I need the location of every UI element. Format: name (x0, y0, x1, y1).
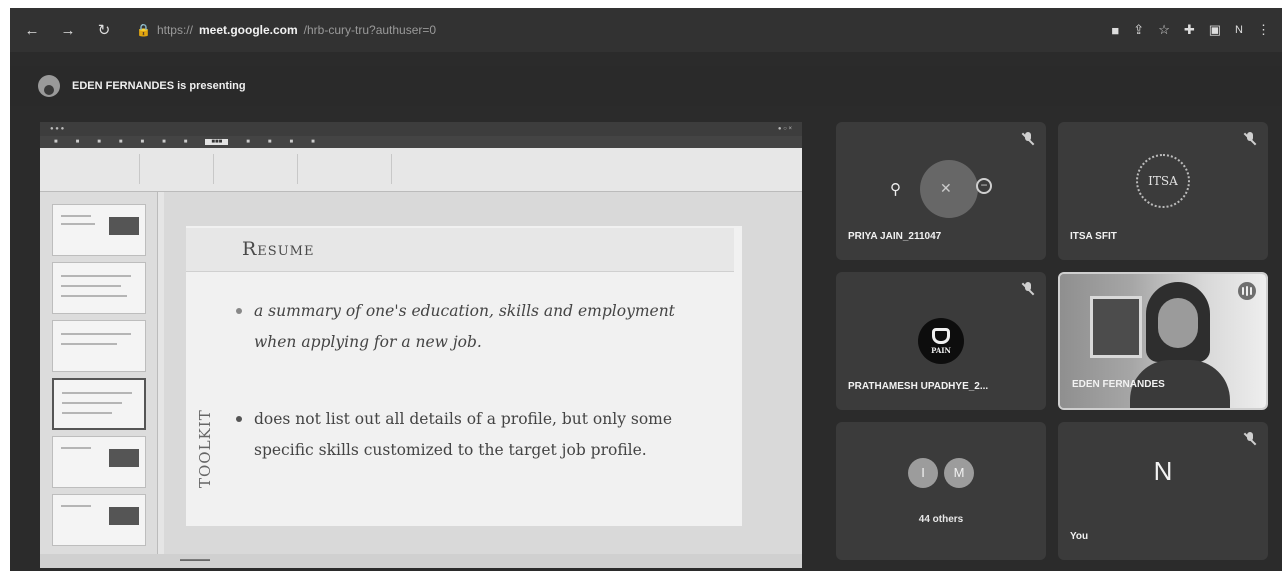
shared-screen: ● ● ● ● ○ × ■ ■ ■ ■ ■ ■ ■ ■■■ ■ ■ ■ ■ Resume a s (40, 122, 802, 568)
share-icon[interactable]: ⇪ (1133, 22, 1144, 38)
menu-icon[interactable]: ⋮ (1257, 22, 1270, 38)
url-domain: meet.google.com (198, 23, 298, 37)
browser-window: ← → ↻ 🔒 https:// meet.google.com/hrb-cury… (10, 8, 1282, 571)
remove-icon[interactable]: − (976, 178, 992, 194)
slide-title: Resume (242, 238, 315, 260)
camera-icon[interactable]: ■ (1111, 23, 1119, 38)
participant-name: PRATHAMESH UPADHYE_2... (848, 381, 989, 392)
bullet-text: does not list out all details of a profi… (254, 410, 673, 459)
slide-thumbnail[interactable] (52, 262, 146, 314)
pin-icon[interactable]: ⚲ (890, 180, 901, 198)
self-tile[interactable]: N You (1058, 422, 1268, 560)
url-prefix: https:// (156, 23, 193, 37)
sidepanel-icon[interactable]: ▣ (1209, 22, 1221, 38)
star-icon[interactable]: ☆ (1158, 22, 1170, 38)
participant-initial: I (908, 458, 938, 488)
others-count: 44 others (918, 514, 964, 525)
participant-tile[interactable]: PAIN PRATHAMESH UPADHYE_2... (836, 272, 1046, 410)
title-band: Resume (186, 228, 734, 272)
presenting-bar: EDEN FERNANDES is presenting (10, 66, 1282, 106)
ppt-titlebar: ● ● ● ● ○ × (40, 122, 802, 136)
mute-participant-icon[interactable]: ✕ (940, 180, 952, 197)
video-person-face (1158, 298, 1198, 348)
mic-off-icon (1243, 432, 1257, 446)
slide-thumbnail-selected[interactable] (52, 378, 146, 430)
address-bar[interactable]: 🔒 https:// meet.google.com/hrb-cury-tru?a… (136, 23, 436, 37)
reload-icon[interactable]: ↻ (94, 20, 114, 40)
slide-thumbnail[interactable] (52, 320, 146, 372)
participant-name: ITSA SFIT (1070, 231, 1117, 242)
slide-thumbnail[interactable] (52, 494, 146, 546)
slide-canvas: Resume a summary of one's education, ski… (186, 226, 742, 526)
participant-video-tile[interactable]: EDEN FERNANDES (1058, 272, 1268, 410)
bullet-dot (236, 416, 242, 422)
mic-off-icon (1243, 132, 1257, 146)
slide-thumbnails (40, 192, 158, 554)
presenter-avatar (38, 75, 60, 97)
toolbar-actions: ■ ⇪ ☆ ✚ ▣ N ⋮ (1111, 22, 1270, 38)
self-initial: N (1153, 456, 1173, 486)
bullet-item: does not list out all details of a profi… (236, 404, 714, 466)
lock-icon: 🔒 (136, 23, 151, 37)
thumbnail-scrollbar[interactable] (158, 192, 164, 554)
bullet-item: a summary of one's education, skills and… (236, 296, 714, 358)
forward-icon[interactable]: → (58, 20, 78, 40)
slide-thumbnail[interactable] (52, 436, 146, 488)
bullet-dot (236, 308, 242, 314)
speaking-indicator-icon (1238, 282, 1256, 300)
browser-toolbar: ← → ↻ 🔒 https:// meet.google.com/hrb-cury… (10, 8, 1282, 52)
ppt-menu: ■ ■ ■ ■ ■ ■ ■ ■■■ ■ ■ ■ ■ (40, 136, 802, 148)
participant-name: EDEN FERNANDES (1072, 379, 1165, 390)
bullet-text: a summary of one's education, skills and… (254, 302, 675, 351)
ppt-ribbon (40, 148, 802, 192)
participant-name: You (1070, 531, 1089, 542)
mic-off-icon (1021, 282, 1035, 296)
itsa-logo: ITSA (1136, 154, 1190, 208)
participant-name: PRIYA JAIN_211047 (848, 231, 942, 242)
participant-tile[interactable]: ITSA ITSA SFIT (1058, 122, 1268, 260)
participant-tile[interactable]: ⚲ ✕ − PRIYA JAIN_211047 (836, 122, 1046, 260)
others-tile[interactable]: I M 44 others (836, 422, 1046, 560)
video-window (1090, 296, 1142, 358)
back-icon[interactable]: ← (22, 20, 42, 40)
ppt-status-bar: ▬▬▬▬▬ (40, 554, 802, 568)
url-path: /hrb-cury-tru?authuser=0 (303, 23, 437, 37)
extensions-icon[interactable]: ✚ (1184, 22, 1195, 38)
vertical-label: TOOLKIT (196, 409, 214, 488)
mic-off-icon (1021, 132, 1035, 146)
presenting-text: EDEN FERNANDES is presenting (72, 80, 246, 92)
participant-avatar: PAIN (918, 318, 964, 364)
participant-initial: M (944, 458, 974, 488)
profile-avatar[interactable]: N (1235, 24, 1243, 36)
slide-thumbnail[interactable] (52, 204, 146, 256)
